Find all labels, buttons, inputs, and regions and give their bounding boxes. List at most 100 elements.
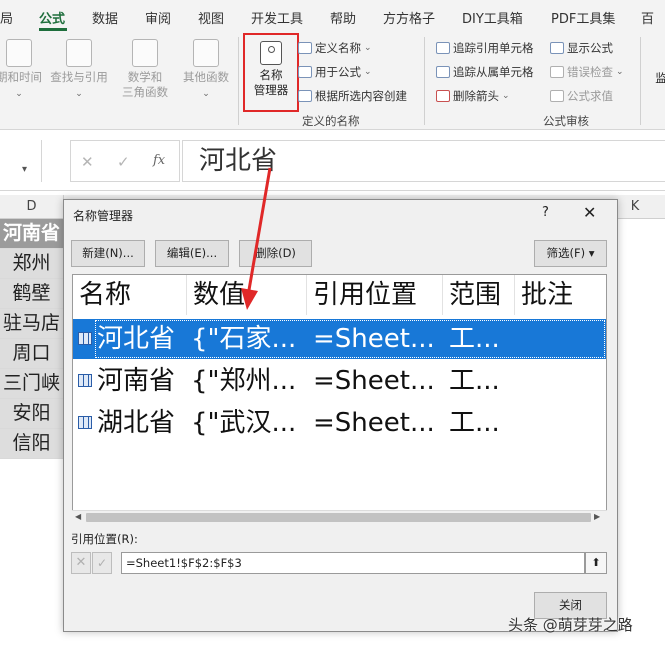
chevron-down-icon: ⌄	[502, 91, 510, 101]
column-header-comment[interactable]: 批注	[515, 275, 606, 315]
show-formulas-icon	[550, 42, 564, 54]
show-formulas-button[interactable]: 显示公式	[550, 40, 613, 56]
sheet-cell[interactable]: 鹤壁	[0, 279, 64, 309]
column-header-scope[interactable]: 范围	[443, 275, 515, 315]
watermark: 头条 @萌芽芽之路	[508, 616, 633, 634]
trace-dependents-button[interactable]: 追踪从属单元格	[436, 64, 534, 80]
cancel-icon[interactable]: ✕	[81, 153, 94, 171]
insert-function-icon[interactable]: fx	[153, 153, 165, 168]
collapse-dialog-icon[interactable]: ⬆	[585, 552, 607, 574]
row-value: {"郑州...	[191, 366, 297, 396]
sheet-cell[interactable]: 周口	[0, 339, 64, 369]
row-name: 河北省	[97, 324, 176, 354]
scroll-right-icon[interactable]: ▶	[594, 512, 600, 521]
chevron-down-icon: ⌄	[202, 89, 210, 99]
table-range-icon	[78, 416, 92, 429]
tab-partial[interactable]: 百	[641, 8, 654, 27]
name-box[interactable]: ▾	[0, 140, 42, 182]
name-row[interactable]: 湖北省 {"武汉... =Sheet... 工...	[73, 403, 606, 443]
scroll-left-icon[interactable]: ◀	[75, 512, 81, 521]
filter-button[interactable]: 筛选(F) ▾	[534, 240, 607, 267]
more-functions-button[interactable]: 其他函数 ⌄	[178, 39, 234, 102]
column-header-k[interactable]: K	[620, 195, 650, 219]
math-trig-button[interactable]: 数学和 三角函数	[114, 39, 176, 100]
create-from-selection-button[interactable]: 根据所选内容创建	[298, 88, 407, 104]
tab-fangfang[interactable]: 方方格子	[383, 8, 435, 27]
enter-icon[interactable]: ✓	[117, 153, 130, 171]
group-separator	[238, 37, 239, 125]
column-header-value[interactable]: 数值	[187, 275, 307, 315]
tab-review[interactable]: 审阅	[145, 8, 171, 27]
tab-help[interactable]: 帮助	[330, 8, 356, 27]
formula-input[interactable]: 河北省	[182, 140, 665, 182]
column-header-d[interactable]: D	[0, 195, 64, 219]
tab-diy-toolbox[interactable]: DIY工具箱	[462, 8, 523, 27]
row-refers-to: =Sheet...	[313, 408, 435, 438]
close-icon[interactable]: ✕	[583, 203, 596, 222]
sheet-cell[interactable]: 安阳	[0, 399, 64, 429]
chevron-down-icon[interactable]: ▾	[22, 164, 27, 175]
tab-formulas[interactable]: 公式	[39, 8, 65, 27]
sheet-cell[interactable]: 三门峡	[0, 369, 64, 399]
help-icon[interactable]: ?	[542, 205, 549, 220]
remove-arrows-button[interactable]: 删除箭头 ⌄	[436, 88, 510, 104]
define-name-icon	[298, 42, 312, 54]
use-in-formula-button[interactable]: 用于公式 ⌄	[298, 64, 372, 80]
refers-to-input[interactable]: =Sheet1!$F$2:$F$3	[121, 552, 585, 574]
define-name-button[interactable]: 定义名称 ⌄	[298, 40, 372, 56]
create-from-selection-icon	[298, 90, 312, 102]
name-manager-button[interactable]: 名称 管理器	[243, 33, 299, 112]
trace-precedents-icon	[436, 42, 450, 54]
error-checking-button[interactable]: 错误检查 ⌄	[550, 64, 624, 80]
names-list[interactable]: 名称 数值 引用位置 范围 批注 河北省 {"石家... =Sheet... 工…	[72, 274, 607, 524]
chevron-down-icon: ⌄	[75, 89, 83, 99]
date-time-button[interactable]: 期和时间 ⌄	[0, 39, 46, 102]
remove-arrows-icon	[436, 90, 450, 102]
tab-pdf-tools[interactable]: PDF工具集	[551, 8, 615, 27]
table-range-icon	[78, 332, 92, 345]
names-list-header: 名称 数值 引用位置 范围 批注	[73, 275, 606, 315]
ribbon: 期和时间 ⌄ 查找与引用 ⌄ 数学和 三角函数 其他函数 ⌄ 名称 管理器 定义…	[0, 33, 665, 130]
tab-data[interactable]: 数据	[92, 8, 118, 27]
row-value: {"石家...	[191, 324, 297, 354]
watch-window-button[interactable]: 监	[646, 71, 665, 86]
row-name: 湖北省	[97, 408, 176, 438]
name-row[interactable]: 河南省 {"郑州... =Sheet... 工...	[73, 361, 606, 401]
sheet-cell[interactable]: 郑州	[0, 249, 64, 279]
defined-names-group-label: 定义的名称	[302, 114, 360, 128]
name-row-selected[interactable]: 河北省 {"石家... =Sheet... 工...	[73, 319, 606, 359]
chevron-down-icon: ⌄	[364, 67, 372, 77]
sheet-cell-header[interactable]: 河南省	[0, 219, 64, 249]
confirm-edit-icon[interactable]: ✓	[92, 552, 112, 574]
more-functions-icon	[193, 39, 219, 67]
horizontal-scrollbar[interactable]: ◀ ▶	[72, 510, 607, 524]
use-in-formula-icon	[298, 66, 312, 78]
column-header-name[interactable]: 名称	[73, 275, 187, 315]
scrollbar-thumb[interactable]	[86, 513, 591, 522]
evaluate-formula-icon	[550, 90, 564, 102]
tab-view[interactable]: 视图	[198, 8, 224, 27]
sheet-cell[interactable]: 驻马店	[0, 309, 64, 339]
tab-page-layout[interactable]: 局	[0, 8, 13, 27]
tag-icon	[260, 41, 282, 65]
table-range-icon	[78, 374, 92, 387]
column-header-refers-to[interactable]: 引用位置	[307, 275, 443, 315]
row-name: 河南省	[97, 366, 176, 396]
cancel-edit-icon[interactable]: ✕	[71, 552, 91, 574]
formula-auditing-group-label: 公式审核	[543, 114, 589, 128]
sheet-cell[interactable]: 信阳	[0, 429, 64, 459]
refers-to-label: 引用位置(R):	[71, 532, 138, 546]
delete-name-button[interactable]: 删除(D)	[239, 240, 312, 267]
lookup-reference-button[interactable]: 查找与引用 ⌄	[46, 39, 112, 102]
new-name-button[interactable]: 新建(N)...	[71, 240, 145, 267]
formula-bar-buttons: ✕ ✓ fx	[70, 140, 180, 182]
tab-developer[interactable]: 开发工具	[251, 8, 303, 27]
error-checking-icon	[550, 66, 564, 78]
trace-precedents-button[interactable]: 追踪引用单元格	[436, 40, 534, 56]
chevron-down-icon: ⌄	[616, 67, 624, 77]
group-separator	[640, 37, 641, 125]
clock-icon	[6, 39, 32, 67]
theta-icon	[132, 39, 158, 67]
evaluate-formula-button[interactable]: 公式求值	[550, 88, 613, 104]
edit-name-button[interactable]: 编辑(E)...	[155, 240, 229, 267]
